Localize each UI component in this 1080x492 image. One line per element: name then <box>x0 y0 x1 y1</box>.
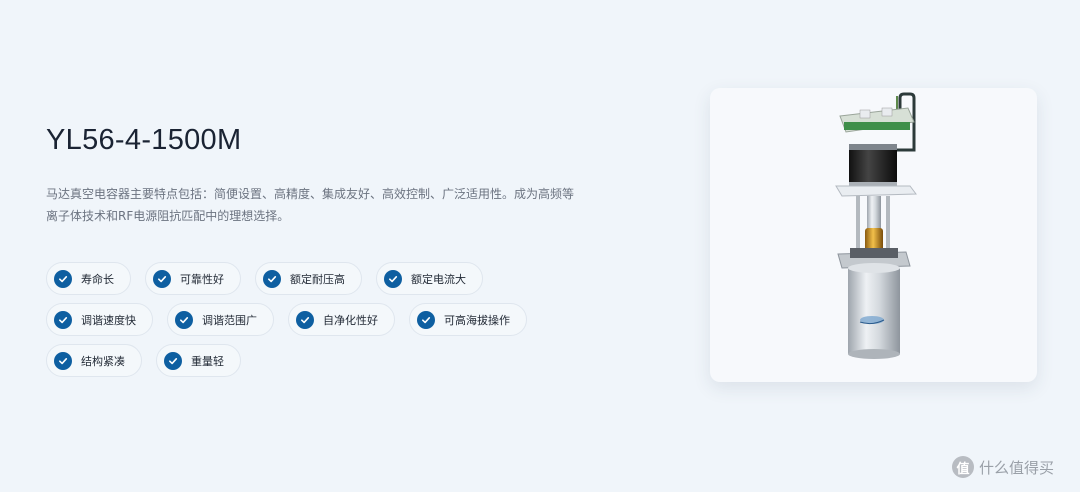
vacuum-capacitor-image <box>835 92 917 359</box>
feature-label: 额定耐压高 <box>290 272 345 286</box>
site-watermark: 值 什么值得买 <box>952 456 1054 478</box>
feature-label: 结构紧凑 <box>81 354 125 368</box>
feature-tag: 可高海拔操作 <box>409 303 527 336</box>
feature-tag: 可靠性好 <box>145 262 241 295</box>
feature-tag: 额定电流大 <box>376 262 483 295</box>
feature-label: 可靠性好 <box>180 272 224 286</box>
feature-label: 可高海拔操作 <box>444 313 510 327</box>
feature-label: 调谐速度快 <box>81 313 136 327</box>
feature-row: 调谐速度快 调谐范围广 自净化性好 可高海拔操作 <box>46 303 527 336</box>
feature-tags: 寿命长 可靠性好 额定耐压高 额定电流大 调谐速度快 调谐范围广 自净化性好 可… <box>46 262 527 385</box>
feature-label: 额定电流大 <box>411 272 466 286</box>
check-circle-icon <box>175 310 193 329</box>
check-circle-icon <box>296 310 314 329</box>
feature-row: 结构紧凑 重量轻 <box>46 344 527 377</box>
feature-tag: 寿命长 <box>46 262 131 295</box>
feature-label: 自净化性好 <box>323 313 378 327</box>
check-circle-icon <box>54 310 72 329</box>
product-title: YL56-4-1500M <box>46 124 242 156</box>
feature-tag: 自净化性好 <box>288 303 395 336</box>
check-circle-icon <box>164 351 182 370</box>
check-circle-icon <box>153 269 171 288</box>
feature-row: 寿命长 可靠性好 额定耐压高 额定电流大 <box>46 262 527 295</box>
feature-tag: 结构紧凑 <box>46 344 142 377</box>
product-image-card <box>710 88 1037 382</box>
check-circle-icon <box>417 310 435 329</box>
watermark-text: 什么值得买 <box>979 458 1055 477</box>
watermark-badge: 值 <box>952 456 974 478</box>
product-description: 马达真空电容器主要特点包括：简便设置、高精度、集成友好、高效控制、广泛适用性。成… <box>46 187 575 223</box>
check-circle-icon <box>54 351 72 370</box>
feature-tag: 额定耐压高 <box>255 262 362 295</box>
feature-tag: 重量轻 <box>156 344 241 377</box>
feature-label: 寿命长 <box>81 272 114 286</box>
check-circle-icon <box>54 269 72 288</box>
check-circle-icon <box>263 269 281 288</box>
feature-tag: 调谐范围广 <box>167 303 274 336</box>
product-page: YL56-4-1500M 马达真空电容器主要特点包括：简便设置、高精度、集成友好… <box>0 0 1080 492</box>
feature-label: 调谐范围广 <box>202 313 257 327</box>
check-circle-icon <box>384 269 402 288</box>
feature-label: 重量轻 <box>191 354 224 368</box>
feature-tag: 调谐速度快 <box>46 303 153 336</box>
